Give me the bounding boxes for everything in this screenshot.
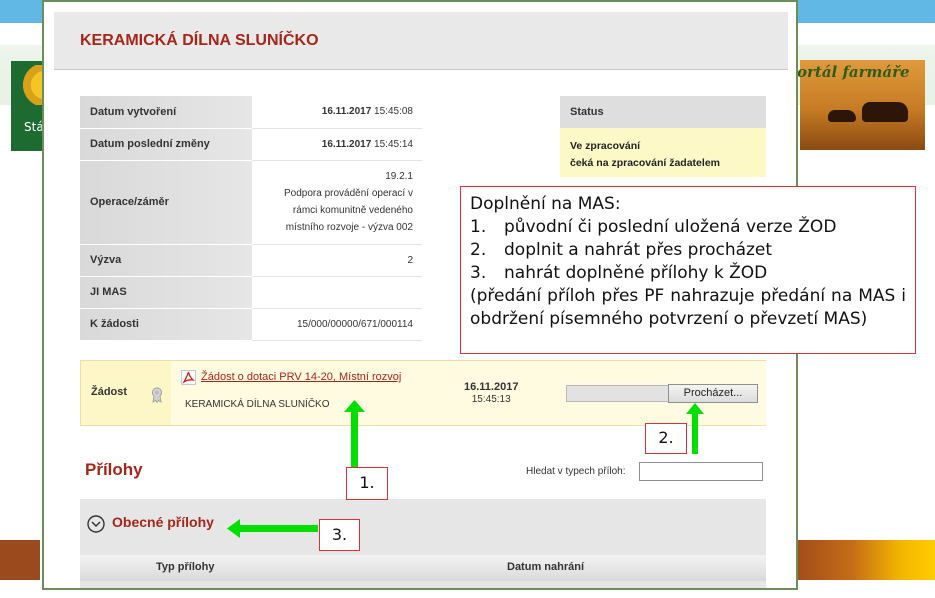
attachments-table-header: Typ přílohy Datum nahrání bbox=[80, 555, 766, 581]
info-row: Datum poslední změny 16.11.2017 15:45:14 bbox=[80, 128, 422, 161]
info-row: Datum vytvoření 16.11.2017 15:45:08 bbox=[80, 96, 422, 129]
application-document-row: Žádost Žádost o dotaci PRV 14-20, Místní… bbox=[80, 360, 766, 426]
application-applicant-name: KERAMICKÁ DÍLNA SLUNÍČKO bbox=[185, 399, 330, 410]
background-logo-text: Stá bbox=[24, 120, 44, 134]
pdf-icon bbox=[181, 370, 196, 385]
info-label-created: Datum vytvoření bbox=[80, 96, 252, 129]
info-label-reference: K žádosti bbox=[80, 308, 252, 341]
info-row: Výzva 2 bbox=[80, 244, 422, 277]
general-attachments-toggle[interactable]: Obecné přílohy bbox=[112, 514, 214, 530]
info-value-modified: 16.11.2017 15:45:14 bbox=[252, 128, 422, 161]
application-upload-time: 15:45:13 bbox=[471, 394, 511, 405]
callout-item: 2. doplnit a nahrát přes procházet bbox=[470, 240, 773, 260]
application-upload-date: 16.11.2017 bbox=[464, 381, 519, 393]
column-header-type: Typ přílohy bbox=[156, 561, 215, 573]
annotation-tag-1: 1. bbox=[346, 467, 388, 500]
status-body: Ve zpracování čeká na zpracování žadatel… bbox=[560, 128, 766, 177]
info-label-operation: Operace/záměr bbox=[80, 160, 252, 245]
attachment-search-label: Hledat v typech příloh: bbox=[526, 466, 626, 477]
application-upload-datetime: 16.11.2017 15:45:13 bbox=[464, 381, 518, 406]
cow-silhouette-icon bbox=[828, 110, 856, 122]
status-panel: Status Ve zpracování čeká na zpracování … bbox=[560, 96, 766, 177]
dialog-header: KERAMICKÁ DÍLNA SLUNÍČKO bbox=[54, 12, 788, 70]
application-info-table: Datum vytvoření 16.11.2017 15:45:08 Datu… bbox=[80, 96, 422, 341]
status-header: Status bbox=[560, 96, 766, 128]
callout-note: (předání příloh přes PF nahrazuje předán… bbox=[470, 286, 906, 329]
info-label-modified: Datum poslední změny bbox=[80, 128, 252, 161]
background-banner-text: ortál farmáře bbox=[797, 63, 910, 81]
application-document-cell: Žádost o dotaci PRV 14-20, Místní rozvoj… bbox=[171, 361, 766, 425]
attachment-search-input[interactable] bbox=[639, 462, 763, 481]
info-value-operation: 19.2.1 Podpora provádění operací v rámci… bbox=[252, 160, 422, 245]
info-value-reference: 15/000/00000/671/000114 bbox=[252, 308, 422, 341]
instruction-callout: Doplnění na MAS: 1. původní či poslední u… bbox=[460, 186, 916, 354]
info-row: Operace/záměr 19.2.1 Podpora provádění o… bbox=[80, 160, 422, 245]
callout-item: 1. původní či poslední uložená verze ŽOD bbox=[470, 217, 837, 237]
annotation-tag-3: 3. bbox=[319, 519, 360, 551]
info-label-call: Výzva bbox=[80, 244, 252, 277]
status-detail: čeká na zpracování žadatelem bbox=[570, 157, 720, 169]
award-icon bbox=[152, 387, 162, 403]
background-footer-band-left bbox=[0, 540, 40, 580]
callout-heading: Doplnění na MAS: bbox=[470, 194, 621, 214]
application-label: Žádost bbox=[91, 386, 128, 398]
dialog-title: KERAMICKÁ DÍLNA SLUNÍČKO bbox=[80, 32, 319, 49]
annotation-tag-2: 2. bbox=[645, 423, 687, 454]
application-pdf-link[interactable]: Žádost o dotaci PRV 14-20, Místní rozvoj bbox=[201, 371, 401, 383]
info-value-ji-mas bbox=[252, 276, 422, 309]
cow-silhouette-icon bbox=[862, 102, 908, 122]
column-header-upload-date: Datum nahrání bbox=[507, 561, 585, 573]
general-attachments-section: Obecné přílohy Typ přílohy Datum nahrání bbox=[80, 499, 766, 588]
info-value-created: 16.11.2017 15:45:08 bbox=[252, 96, 422, 129]
background-footer-band-right bbox=[797, 540, 935, 580]
info-row: JI MAS bbox=[80, 276, 422, 309]
status-state: Ve zpracování bbox=[570, 140, 641, 152]
browse-button[interactable]: Procházet... bbox=[668, 384, 758, 403]
info-label-ji-mas: JI MAS bbox=[80, 276, 252, 309]
info-row: K žádosti 15/000/00000/671/000114 bbox=[80, 308, 422, 341]
info-value-call: 2 bbox=[252, 244, 422, 277]
callout-item: 3. nahrát doplněné přílohy k ŽOD bbox=[470, 263, 768, 283]
attachments-title: Přílohy bbox=[85, 460, 143, 479]
chevron-down-icon[interactable] bbox=[87, 515, 105, 533]
